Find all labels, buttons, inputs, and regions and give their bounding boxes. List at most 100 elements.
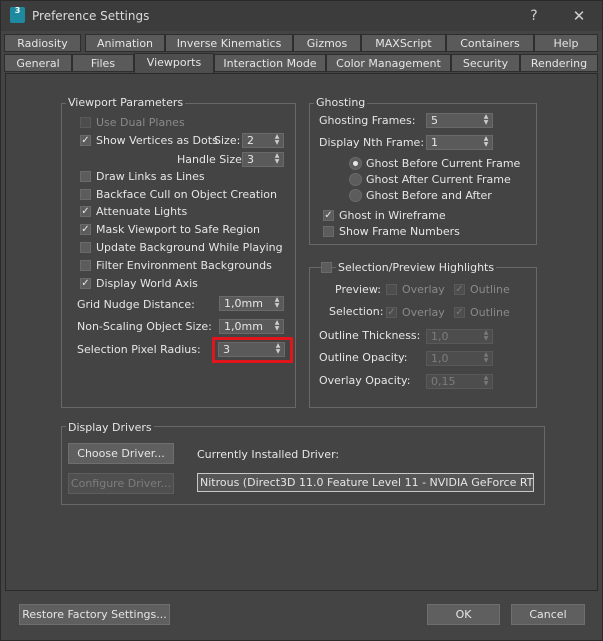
non-scaling-value: 1,0mm bbox=[224, 320, 263, 333]
selection-pixel-radius-label: Selection Pixel Radius: bbox=[77, 343, 201, 356]
help-icon[interactable]: ? bbox=[521, 5, 547, 27]
spinner-arrows-icon[interactable]: ▲ ▼ bbox=[273, 134, 281, 147]
selection-overlay-checkbox[interactable]: ✓ bbox=[386, 307, 397, 318]
display-world-axis-label: Display World Axis bbox=[96, 277, 198, 290]
ghost-before-label: Ghost Before Current Frame bbox=[366, 157, 521, 170]
ghost-before-radio[interactable] bbox=[349, 157, 362, 170]
non-scaling-label: Non-Scaling Object Size: bbox=[77, 320, 212, 333]
selection-label: Selection: bbox=[329, 305, 384, 318]
spinner-arrows-icon[interactable]: ▲ ▼ bbox=[482, 375, 490, 388]
tab-interaction-mode[interactable]: Interaction Mode bbox=[214, 54, 326, 72]
selection-outline-label: Outline bbox=[470, 306, 510, 319]
viewport-parameters-title: Viewport Parameters bbox=[66, 96, 186, 109]
tab-containers[interactable]: Containers bbox=[446, 34, 534, 52]
backface-cull-label: Backface Cull on Object Creation bbox=[96, 188, 277, 201]
ghost-after-label: Ghost After Current Frame bbox=[366, 173, 511, 186]
outline-opacity-label: Outline Opacity: bbox=[319, 351, 408, 364]
ghosting-frames-spinner[interactable]: 5 ▲ ▼ bbox=[426, 113, 493, 128]
installed-driver-field[interactable]: Nitrous (Direct3D 11.0 Feature Level 11 … bbox=[197, 473, 534, 492]
spinner-arrows-icon[interactable]: ▲ ▼ bbox=[273, 320, 281, 333]
tab-rendering[interactable]: Rendering bbox=[520, 54, 598, 72]
use-dual-planes-checkbox[interactable] bbox=[80, 117, 91, 128]
tab-animation[interactable]: Animation bbox=[85, 34, 165, 52]
spinner-arrows-icon[interactable]: ▲ ▼ bbox=[273, 297, 281, 310]
show-vertices-checkbox[interactable]: ✓ bbox=[80, 135, 91, 146]
handle-size-spinner[interactable]: 3 ▲ ▼ bbox=[242, 152, 284, 167]
use-dual-planes-label: Use Dual Planes bbox=[96, 116, 185, 129]
spinner-arrows-icon[interactable]: ▲ ▼ bbox=[482, 136, 490, 149]
app-icon: 3 bbox=[10, 7, 25, 23]
preview-overlay-label: Overlay bbox=[402, 283, 445, 296]
tab-security[interactable]: Security bbox=[451, 54, 520, 72]
update-background-checkbox[interactable] bbox=[80, 242, 91, 253]
attenuate-lights-checkbox[interactable]: ✓ bbox=[80, 206, 91, 217]
title-bar: 3 Preference Settings ? ✕ bbox=[1, 1, 602, 31]
tab-inverse-kinematics[interactable]: Inverse Kinematics bbox=[165, 34, 293, 52]
grid-nudge-label: Grid Nudge Distance: bbox=[77, 298, 195, 311]
filter-env-label: Filter Environment Backgrounds bbox=[96, 259, 272, 272]
update-background-label: Update Background While Playing bbox=[96, 241, 283, 254]
preview-outline-label: Outline bbox=[470, 283, 510, 296]
choose-driver-button[interactable]: Choose Driver... bbox=[68, 443, 174, 464]
highlights-title: Selection/Preview Highlights bbox=[336, 261, 497, 274]
mask-viewport-checkbox[interactable]: ✓ bbox=[80, 224, 91, 235]
outline-thickness-label: Outline Thickness: bbox=[319, 329, 421, 342]
show-vertices-label: Show Vertices as Dots bbox=[96, 134, 218, 147]
attenuate-lights-label: Attenuate Lights bbox=[96, 205, 188, 218]
preview-overlay-checkbox[interactable] bbox=[386, 284, 397, 295]
non-scaling-spinner[interactable]: 1,0mm ▲ ▼ bbox=[219, 319, 284, 334]
tab-general[interactable]: General bbox=[4, 54, 72, 72]
selection-overlay-label: Overlay bbox=[402, 306, 445, 319]
preview-outline-checkbox[interactable]: ✓ bbox=[454, 284, 465, 295]
close-icon[interactable]: ✕ bbox=[566, 5, 592, 27]
backface-cull-checkbox[interactable] bbox=[80, 189, 91, 200]
spinner-arrows-icon[interactable]: ▲ ▼ bbox=[482, 330, 490, 343]
preview-label: Preview: bbox=[335, 283, 381, 296]
preference-settings-dialog: 3 Preference Settings ? ✕ Radiosity Anim… bbox=[0, 0, 603, 641]
handle-size-label: Handle Size: bbox=[177, 153, 246, 166]
handle-size-value: 3 bbox=[247, 153, 254, 166]
tab-viewports[interactable]: Viewports bbox=[134, 53, 214, 74]
restore-factory-settings-button[interactable]: Restore Factory Settings... bbox=[19, 604, 170, 625]
tab-gizmos[interactable]: Gizmos bbox=[293, 34, 361, 52]
tab-help[interactable]: Help bbox=[534, 34, 598, 52]
ghost-before-after-radio[interactable] bbox=[349, 189, 362, 202]
tab-files[interactable]: Files bbox=[72, 54, 134, 72]
overlay-opacity-label: Overlay Opacity: bbox=[319, 374, 411, 387]
display-world-axis-checkbox[interactable]: ✓ bbox=[80, 278, 91, 289]
grid-nudge-spinner[interactable]: 1,0mm ▲ ▼ bbox=[219, 296, 284, 311]
outline-thickness-spinner[interactable]: 1,0 ▲ ▼ bbox=[426, 329, 493, 344]
window-title: Preference Settings bbox=[32, 9, 150, 23]
highlight-annotation-box bbox=[212, 337, 293, 363]
size-label: Size: bbox=[214, 134, 241, 147]
filter-env-checkbox[interactable] bbox=[80, 260, 91, 271]
display-nth-frame-spinner[interactable]: 1 ▲ ▼ bbox=[426, 135, 493, 150]
ghost-wireframe-label: Ghost in Wireframe bbox=[339, 209, 446, 222]
ghost-wireframe-checkbox[interactable]: ✓ bbox=[323, 210, 334, 221]
tab-maxscript[interactable]: MAXScript bbox=[361, 34, 446, 52]
configure-driver-button[interactable]: Configure Driver... bbox=[68, 473, 174, 494]
display-nth-frame-label: Display Nth Frame: bbox=[319, 136, 425, 149]
ghost-before-after-label: Ghost Before and After bbox=[366, 189, 492, 202]
grid-nudge-value: 1,0mm bbox=[224, 297, 263, 310]
size-value: 2 bbox=[247, 134, 254, 147]
outline-opacity-value: 1,0 bbox=[431, 352, 449, 365]
overlay-opacity-spinner[interactable]: 0,15 ▲ ▼ bbox=[426, 374, 493, 389]
ghost-after-radio[interactable] bbox=[349, 173, 362, 186]
ghosting-frames-label: Ghosting Frames: bbox=[319, 114, 416, 127]
tab-color-management[interactable]: Color Management bbox=[326, 54, 451, 72]
cancel-button[interactable]: Cancel bbox=[511, 604, 585, 625]
draw-links-checkbox[interactable] bbox=[80, 171, 91, 182]
spinner-arrows-icon[interactable]: ▲ ▼ bbox=[273, 153, 281, 166]
spinner-arrows-icon[interactable]: ▲ ▼ bbox=[482, 352, 490, 365]
highlights-enable-checkbox[interactable] bbox=[321, 262, 332, 273]
overlay-opacity-value: 0,15 bbox=[431, 375, 456, 388]
spinner-arrows-icon[interactable]: ▲ ▼ bbox=[482, 114, 490, 127]
outline-thickness-value: 1,0 bbox=[431, 330, 449, 343]
selection-outline-checkbox[interactable]: ✓ bbox=[454, 307, 465, 318]
show-frame-numbers-checkbox[interactable] bbox=[323, 226, 334, 237]
outline-opacity-spinner[interactable]: 1,0 ▲ ▼ bbox=[426, 351, 493, 366]
tab-radiosity[interactable]: Radiosity bbox=[4, 34, 81, 52]
ok-button[interactable]: OK bbox=[427, 604, 500, 625]
size-spinner[interactable]: 2 ▲ ▼ bbox=[242, 133, 284, 148]
